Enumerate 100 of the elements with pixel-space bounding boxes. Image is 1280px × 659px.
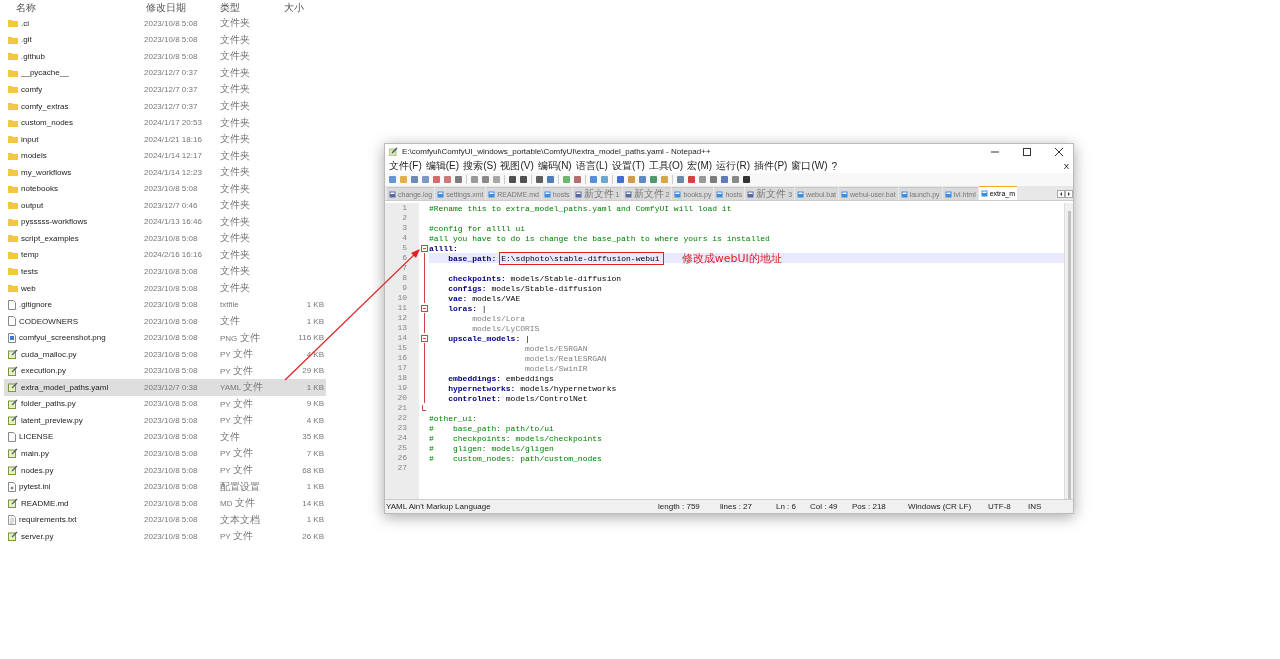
file-row[interactable]: comfy 2023/12/7 0:37 文件夹 (4, 81, 326, 98)
file-row[interactable]: my_workflows 2024/1/14 12:23 文件夹 (4, 163, 326, 181)
fold-toggle-icon[interactable] (420, 304, 428, 312)
maximize-button[interactable] (1023, 147, 1031, 156)
file-row[interactable]: tests 2023/10/8 5:08 文件夹 (4, 263, 326, 280)
file-type: PY 文件 (220, 446, 254, 461)
file-name: .git (21, 35, 32, 45)
menu-item[interactable]: 语言(L) (573, 159, 610, 173)
menu-item[interactable]: 视图(V) (498, 159, 536, 173)
file-row[interactable]: output 2023/12/7 0:46 文件夹 (4, 197, 326, 214)
code-key: checkpoints: (429, 273, 506, 283)
column-header[interactable]: 名称 (0, 0, 144, 15)
close-button[interactable] (1055, 147, 1063, 156)
file-row[interactable]: .github 2023/10/8 5:08 文件夹 (4, 48, 326, 65)
unsaved-file-icon (716, 190, 724, 198)
file-row[interactable]: server.py 2023/10/8 5:08 PY 文件 26 KB (4, 527, 326, 545)
line-number: 5 (401, 243, 408, 253)
file-size: 9 KB (305, 399, 325, 409)
column-header[interactable]: 修改日期 (144, 0, 218, 15)
file-size: 1 KB (305, 515, 325, 525)
file-row[interactable]: temp 2024/2/16 16:16 文件夹 (4, 246, 326, 264)
file-row[interactable]: folder_paths.py 2023/10/8 5:08 PY 文件 9 KB (4, 395, 326, 413)
line-number: 8 (401, 273, 408, 283)
scrollbar[interactable] (1064, 203, 1073, 499)
code-comment: # gligen: models/gligen (429, 443, 554, 453)
status-text: length : 759 (658, 502, 701, 511)
menu-item[interactable]: 插件(P) (752, 159, 790, 173)
tab-scroll-icon[interactable] (1057, 190, 1073, 198)
file-row[interactable]: latent_preview.py 2023/10/8 5:08 PY 文件 4 KB (4, 412, 326, 429)
file-row[interactable]: LICENSE 2023/10/8 5:08 文件 35 KB (4, 428, 326, 446)
menu-item[interactable]: 编辑(E) (423, 159, 462, 173)
code-comment: # checkpoints: models/checkpoints (429, 433, 602, 443)
file-row[interactable]: main.py 2023/10/8 5:08 PY 文件 7 KB (4, 445, 326, 462)
file-row[interactable]: README.md 2023/10/8 5:08 MD 文件 14 KB (4, 494, 326, 512)
file-row[interactable]: web 2023/10/8 5:08 文件夹 (4, 279, 326, 297)
line-number: 13 (396, 323, 408, 333)
file-type: PNG 文件 (220, 330, 261, 345)
code-key: allll: (429, 243, 458, 253)
file-name: pysssss-workflows (21, 217, 88, 227)
unsaved-file-icon (944, 190, 952, 198)
modified-date: 2023/10/8 5:08 (144, 233, 199, 243)
file-row[interactable]: requirements.txt 2023/10/8 5:08 文本文档 1 KB (4, 511, 326, 528)
modified-date: 2023/10/8 5:08 (144, 531, 199, 541)
code-comment: # custom_nodes: path/custom_nodes (429, 453, 602, 463)
unsaved-file-icon (841, 190, 849, 198)
file-size: 4 KB (305, 349, 325, 359)
file-row[interactable]: comfyui_screenshot.png 2023/10/8 5:08 PNG 文件 116 KB (4, 329, 326, 346)
script-file-icon (8, 398, 18, 409)
file-row[interactable]: pytest.ini 2023/10/8 5:08 配置设置 1 KB (4, 478, 326, 495)
modified-date: 2023/10/8 5:08 (144, 18, 199, 28)
file-size: 14 KB (301, 498, 325, 508)
file-icon (8, 431, 16, 442)
close-document-button[interactable]: X (1063, 161, 1073, 171)
file-row[interactable]: models 2024/1/14 12:17 文件夹 (4, 147, 326, 164)
fold-toggle-icon[interactable] (420, 334, 428, 342)
file-row[interactable]: comfy_extras 2023/12/7 0:37 文件夹 (4, 97, 326, 115)
settings-file-icon (8, 481, 16, 492)
column-header[interactable]: 类型 (218, 0, 282, 15)
file-row[interactable]: cuda_malloc.py 2023/10/8 5:08 PY 文件 4 KB (4, 345, 326, 363)
menu-item[interactable]: 搜索(S) (461, 159, 499, 173)
file-row[interactable]: input 2024/1/21 18:16 文件夹 (4, 130, 326, 148)
file-type: PY 文件 (220, 396, 254, 411)
menu-item[interactable]: 文件(F) (387, 159, 424, 173)
line-number: 25 (396, 443, 408, 453)
menu-item[interactable]: 编码(N) (535, 159, 574, 173)
script-file-icon (8, 465, 18, 476)
code-text: | (524, 333, 530, 343)
line-number: 12 (396, 313, 408, 323)
status-text: Col : 49 (810, 502, 839, 511)
fold-toggle-icon[interactable] (420, 244, 428, 252)
file-row[interactable]: script_examples 2023/10/8 5:08 文件夹 (4, 230, 326, 247)
file-type: 文件夹 (220, 247, 251, 262)
file-name: custom_nodes (21, 118, 74, 128)
menu-item[interactable]: 窗口(W) (789, 159, 830, 173)
menu-item[interactable]: ? (829, 160, 840, 172)
file-type: 文件夹 (220, 115, 251, 130)
menu-item[interactable]: 运行(R) (714, 159, 753, 173)
file-name: script_examples (21, 233, 79, 243)
code-key: upscale_models: (429, 333, 521, 343)
file-row[interactable]: nodes.py 2023/10/8 5:08 PY 文件 68 KB (4, 461, 326, 479)
file-row[interactable]: __pycache__ 2023/12/7 0:37 文件夹 (4, 64, 326, 82)
file-name: folder_paths.py (21, 399, 76, 409)
file-row[interactable]: notebooks 2023/10/8 5:08 文件夹 (4, 180, 326, 197)
image-file-icon (8, 332, 16, 343)
menu-item[interactable]: 宏(M) (685, 159, 715, 173)
file-type: 文件夹 (220, 198, 251, 213)
menu-item[interactable]: 设置(T) (609, 159, 647, 173)
file-row[interactable]: CODEOWNERS 2023/10/8 5:08 文件 1 KB (4, 312, 326, 330)
file-name: .github (21, 51, 46, 61)
file-row[interactable]: custom_nodes 2024/1/17 20:53 文件夹 (4, 114, 326, 131)
file-row[interactable]: .ci 2023/10/8 5:08 文件夹 (4, 15, 326, 32)
column-header[interactable]: 大小 (282, 0, 326, 15)
file-row[interactable]: extra_model_paths.yaml 2023/12/7 0:38 YAML 文件 1 KB (4, 379, 326, 396)
file-row[interactable]: pysssss-workflows 2024/1/13 16:46 文件夹 (4, 213, 326, 231)
file-row[interactable]: .gitignore 2023/10/8 5:08 txtfile 1 KB (4, 296, 326, 313)
file-type: 文件夹 (220, 181, 251, 196)
code-text: models/RealESRGAN (524, 353, 607, 363)
menu-item[interactable]: 工具(O) (646, 159, 686, 173)
file-row[interactable]: .git 2023/10/8 5:08 文件夹 (4, 31, 326, 49)
file-row[interactable]: execution.py 2023/10/8 5:08 PY 文件 29 KB (4, 362, 326, 380)
